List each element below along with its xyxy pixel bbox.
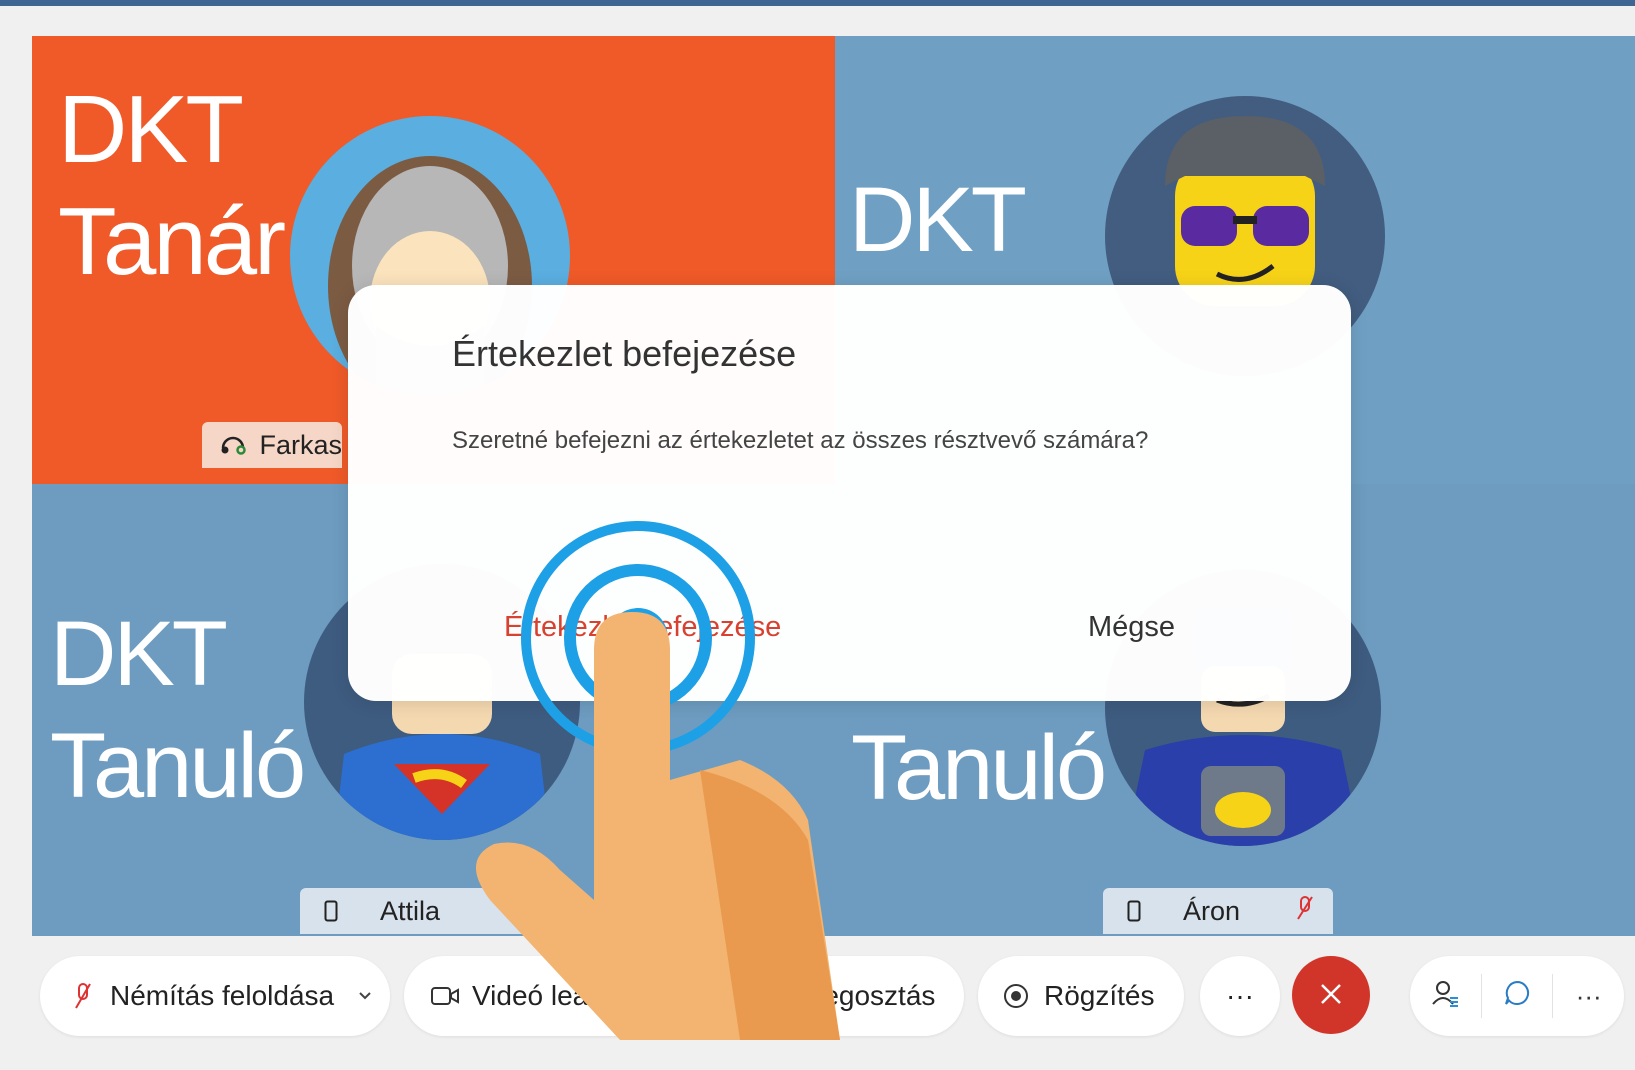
- cancel-button[interactable]: Mégse: [1088, 611, 1175, 644]
- share-label: Megosztás: [800, 980, 936, 1011]
- more-options-button[interactable]: ···: [1200, 956, 1280, 1036]
- mic-off-icon: [70, 982, 96, 1010]
- record-icon: [1002, 982, 1030, 1010]
- more-icon: ···: [1575, 980, 1602, 1011]
- end-call-button[interactable]: [1292, 956, 1370, 1034]
- unmute-button[interactable]: Némítás feloldása: [40, 956, 390, 1036]
- participant-name-tag: Attila: [300, 888, 540, 934]
- stop-video-button[interactable]: Videó leállítása: [404, 956, 654, 1036]
- participant-name: Áron: [1183, 895, 1241, 926]
- participant-name: Farkas: [259, 429, 342, 460]
- tile-name-text: DKT: [849, 169, 1027, 271]
- participant-name: Attila: [380, 895, 441, 926]
- mic-off-icon: [1296, 895, 1314, 928]
- tile-name-text: Tanuló: [851, 717, 1107, 819]
- chevron-down-icon: [358, 991, 372, 1001]
- unmute-label: Némítás feloldása: [110, 980, 335, 1011]
- close-icon: [1318, 981, 1344, 1010]
- record-button[interactable]: Rögzítés: [978, 956, 1184, 1036]
- dialog-title: Értekezlet befejezése: [452, 333, 797, 374]
- headset-icon: [218, 430, 247, 460]
- more-icon: ···: [1226, 980, 1254, 1011]
- more-button[interactable]: ···: [1553, 956, 1624, 1036]
- chat-icon: [1502, 978, 1532, 1015]
- stop-video-label: Videó leállítása: [472, 980, 654, 1011]
- participant-name-tag: Áron: [1103, 888, 1333, 934]
- dialog-message: Szeretné befejezni az értekezletet az ös…: [452, 427, 1149, 454]
- top-bar: [0, 0, 1635, 6]
- phone-icon: [316, 896, 346, 926]
- end-meeting-dialog: Értekezlet befejezése Szeretné befejezni…: [348, 285, 1351, 701]
- phone-icon: [1119, 896, 1149, 926]
- record-label: Rögzítés: [1044, 980, 1155, 1011]
- tile-name-text: DKT Tanuló: [50, 603, 306, 817]
- tile-name-text: DKT Tanár: [58, 76, 286, 295]
- share-button[interactable]: Megosztás: [720, 956, 964, 1036]
- participants-button[interactable]: [1410, 956, 1481, 1036]
- right-toolbar-group: ···: [1410, 956, 1624, 1036]
- end-meeting-button[interactable]: Értekezlet befejezése: [504, 611, 781, 644]
- participant-name-tag: Farkas: [202, 422, 342, 468]
- chat-button[interactable]: [1482, 956, 1553, 1036]
- participants-icon: [1430, 978, 1460, 1015]
- video-icon: [430, 985, 460, 1007]
